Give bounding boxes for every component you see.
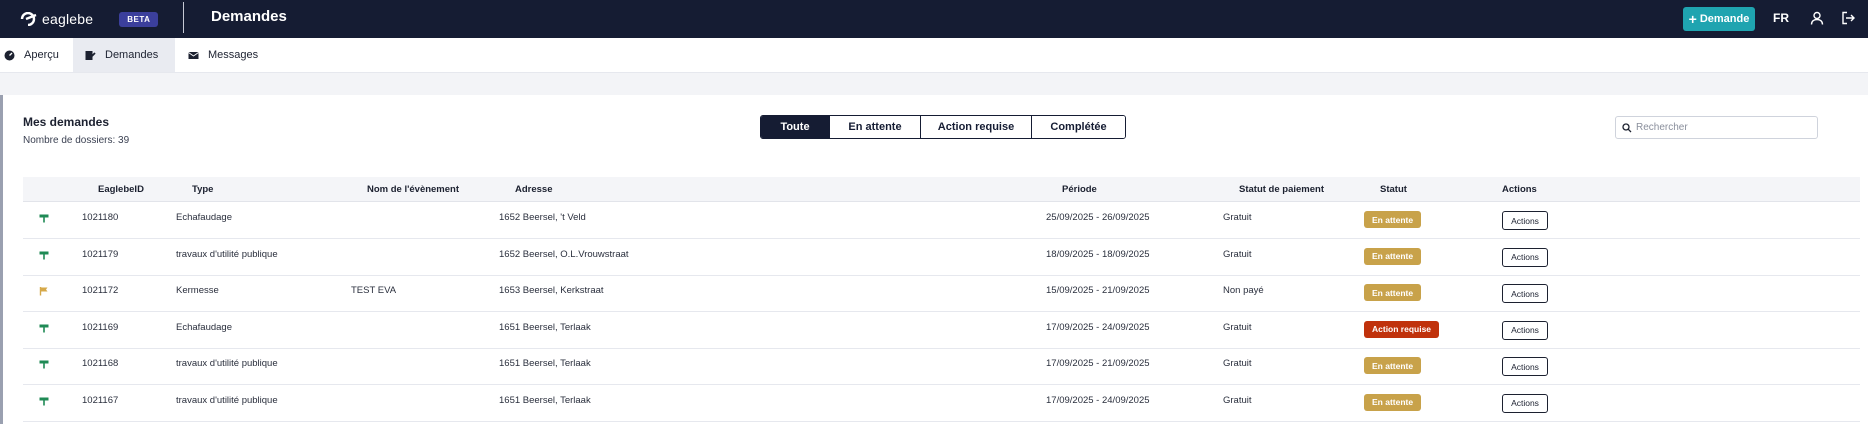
new-request-button[interactable]: + Demande (1683, 7, 1755, 31)
cell-type: Echafaudage (176, 321, 232, 333)
cell-period: 17/09/2025 - 24/09/2025 (1046, 321, 1150, 333)
table-row[interactable]: 1021179 travaux d'utilité publique 1652 Be… (23, 240, 1860, 276)
beta-badge: BETA (119, 11, 159, 27)
cell-address: 1651 Beersel, Terlaak (499, 358, 591, 369)
sub-navigation: Aperçu Demandes Messages (0, 38, 1868, 73)
envelope-icon (188, 51, 199, 59)
header-divider (183, 2, 184, 33)
cell-payment-status: Gratuit (1223, 321, 1252, 333)
actions-button[interactable]: Actions (1502, 247, 1548, 267)
col-payment-status[interactable]: Statut de paiement (1239, 184, 1324, 195)
tab-demandes-label: Demandes (105, 49, 159, 61)
cell-payment-status: Non payé (1223, 285, 1264, 296)
status-badge: En attente (1364, 211, 1422, 228)
tab-messages-label: Messages (208, 49, 259, 61)
col-period[interactable]: Période (1062, 184, 1097, 195)
actions-button[interactable]: Actions (1502, 393, 1548, 413)
filter-all[interactable]: Toute (761, 116, 829, 138)
cell-address: 1651 Beersel, Terlaak (499, 321, 591, 333)
status-filter: Toute En attente Action requise Complété… (760, 115, 1126, 139)
cell-type: travaux d'utilité publique (176, 248, 278, 260)
logo-text: eaglebe (42, 11, 94, 27)
cell-event-name: TEST EVA (351, 285, 397, 296)
records-count: Nombre de dossiers: 39 (23, 135, 130, 146)
col-address[interactable]: Adresse (515, 184, 553, 195)
search-box (1615, 116, 1818, 139)
tab-messages[interactable]: Messages (175, 38, 270, 72)
cell-id: 1021169 (82, 321, 119, 333)
edit-document-icon (85, 50, 96, 60)
sign-icon (39, 397, 49, 405)
filter-action-required[interactable]: Action requise (920, 116, 1031, 138)
logo[interactable]: eaglebe (20, 11, 93, 27)
tab-apercu[interactable]: Aperçu (0, 38, 73, 72)
cell-address: 1652 Beersel, O.L.Vrouwstraat (499, 248, 629, 260)
plus-icon: + (1688, 11, 1697, 27)
cell-type: travaux d'utilité publique (176, 358, 278, 369)
cell-address: 1652 Beersel, 't Veld (499, 212, 586, 223)
filter-completed[interactable]: Complétée (1031, 116, 1125, 138)
actions-button[interactable]: Actions (1502, 284, 1548, 303)
actions-button[interactable]: Actions (1502, 357, 1548, 376)
dashboard-icon (4, 50, 15, 60)
tab-demandes[interactable]: Demandes (73, 38, 175, 72)
table-row[interactable]: 1021172 Kermesse TEST EVA 1653 Beersel, Ker… (23, 276, 1860, 312)
cell-type: Echafaudage (176, 212, 232, 223)
col-status[interactable]: Statut (1380, 184, 1407, 195)
user-icon[interactable] (1810, 11, 1824, 25)
cell-period: 17/09/2025 - 21/09/2025 (1046, 358, 1150, 369)
sign-icon (39, 360, 49, 369)
status-badge: En attente (1364, 284, 1422, 301)
col-type[interactable]: Type (192, 184, 213, 195)
language-selector[interactable]: FR (1773, 11, 1789, 25)
cell-payment-status: Gratuit (1223, 394, 1252, 406)
search-input[interactable] (1636, 122, 1816, 133)
cell-period: 18/09/2025 - 18/09/2025 (1046, 248, 1150, 260)
eaglebe-logo-icon (20, 12, 37, 26)
col-eaglebe-id[interactable]: EaglebeID (98, 184, 144, 195)
cell-id: 1021167 (82, 394, 119, 406)
status-badge: En attente (1364, 357, 1422, 374)
table-row[interactable]: 1021167 travaux d'utilité publique 1651 Be… (23, 386, 1860, 422)
cell-payment-status: Gratuit (1223, 212, 1252, 223)
cell-id: 1021168 (82, 358, 119, 369)
table-row[interactable]: 1021168 travaux d'utilité publique 1651 Be… (23, 349, 1860, 385)
status-badge: En attente (1364, 393, 1422, 411)
cell-address: 1653 Beersel, Kerkstraat (499, 285, 604, 296)
filter-pending[interactable]: En attente (829, 116, 920, 138)
cell-type: travaux d'utilité publique (176, 394, 278, 406)
cell-address: 1651 Beersel, Terlaak (499, 394, 591, 406)
table-header: EaglebeID Type Nom de l'évènement Adress… (23, 177, 1860, 202)
sign-icon (39, 324, 49, 332)
sign-icon (39, 251, 49, 259)
table-row[interactable]: 1021180 Echafaudage 1652 Beersel, 't Veld 2… (23, 203, 1860, 239)
table-row[interactable]: 1021169 Echafaudage 1651 Beersel, Terlaak 1… (23, 313, 1860, 349)
cell-payment-status: Gratuit (1223, 358, 1252, 369)
new-request-label: Demande (1699, 13, 1750, 25)
requests-card: Mes demandes Nombre de dossiers: 39 Tout… (0, 95, 1868, 424)
cell-period: 15/09/2025 - 21/09/2025 (1046, 285, 1150, 296)
flag-icon (39, 287, 48, 296)
status-badge: En attente (1364, 247, 1422, 265)
status-badge: Action requise (1364, 320, 1440, 338)
sign-icon (39, 214, 49, 223)
col-actions: Actions (1502, 184, 1537, 195)
cell-payment-status: Gratuit (1223, 248, 1252, 260)
cell-id: 1021172 (82, 285, 119, 296)
page-title: Demandes (211, 8, 287, 25)
card-title: Mes demandes (23, 115, 110, 129)
col-event-name[interactable]: Nom de l'évènement (367, 184, 459, 195)
tab-apercu-label: Aperçu (24, 49, 59, 61)
logout-icon[interactable] (1841, 11, 1855, 25)
cell-type: Kermesse (176, 285, 219, 296)
actions-button[interactable]: Actions (1502, 320, 1548, 340)
search-icon (1622, 122, 1632, 132)
actions-button[interactable]: Actions (1502, 211, 1548, 230)
cell-id: 1021179 (82, 248, 119, 260)
cell-period: 25/09/2025 - 26/09/2025 (1046, 212, 1150, 223)
cell-id: 1021180 (82, 212, 119, 223)
cell-period: 17/09/2025 - 24/09/2025 (1046, 394, 1150, 406)
